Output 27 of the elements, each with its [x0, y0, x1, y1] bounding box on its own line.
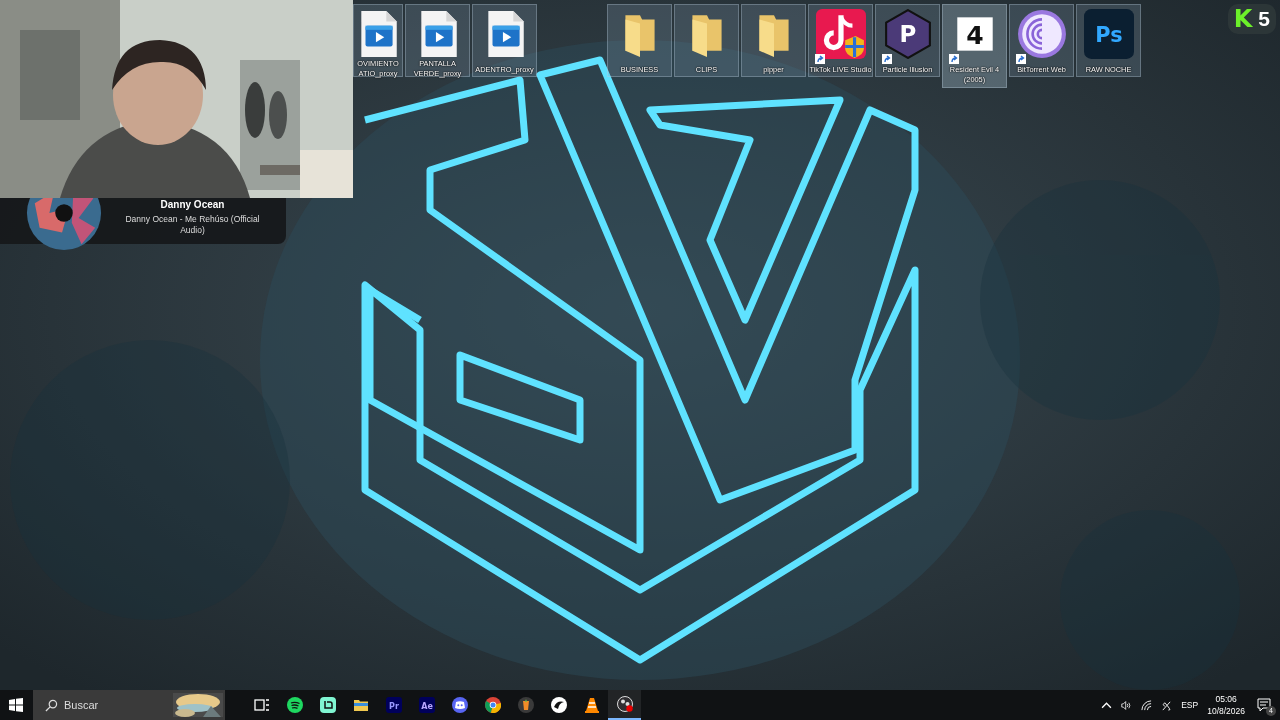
search-icon	[45, 698, 58, 712]
taskbar-app[interactable]: Pr	[377, 690, 410, 720]
task-view-icon	[253, 697, 270, 713]
clock-time: 05:06	[1215, 693, 1237, 705]
volume-icon[interactable]	[1121, 699, 1133, 711]
wifi-icon[interactable]	[1141, 699, 1153, 711]
clock[interactable]: 05:06 10/8/2026	[1207, 693, 1245, 717]
app-icon: Ae	[418, 697, 435, 713]
app-icon: Pr	[385, 697, 402, 713]
fruit-icon	[517, 697, 534, 713]
pen-icon[interactable]	[1161, 699, 1173, 711]
discord-icon	[451, 697, 468, 713]
taskbar-app[interactable]	[608, 690, 641, 720]
taskbar-app[interactable]: Ae	[410, 690, 443, 720]
windows-logo-icon[interactable]	[9, 698, 23, 712]
language-indicator[interactable]: ESP	[1181, 700, 1199, 710]
clock-date: 10/8/2026	[1207, 705, 1245, 717]
chrome-icon	[484, 697, 501, 713]
traffic-cone-icon	[583, 697, 600, 713]
chat-bubble-icon	[319, 697, 336, 713]
notification-icon	[1257, 698, 1271, 712]
swirl-icon	[550, 697, 567, 713]
folder-icon	[352, 697, 369, 713]
chevron-up-icon[interactable]	[1101, 699, 1113, 711]
search-field[interactable]: Buscar	[64, 699, 173, 711]
spotify-icon	[286, 697, 303, 713]
recording-icon	[616, 696, 633, 712]
